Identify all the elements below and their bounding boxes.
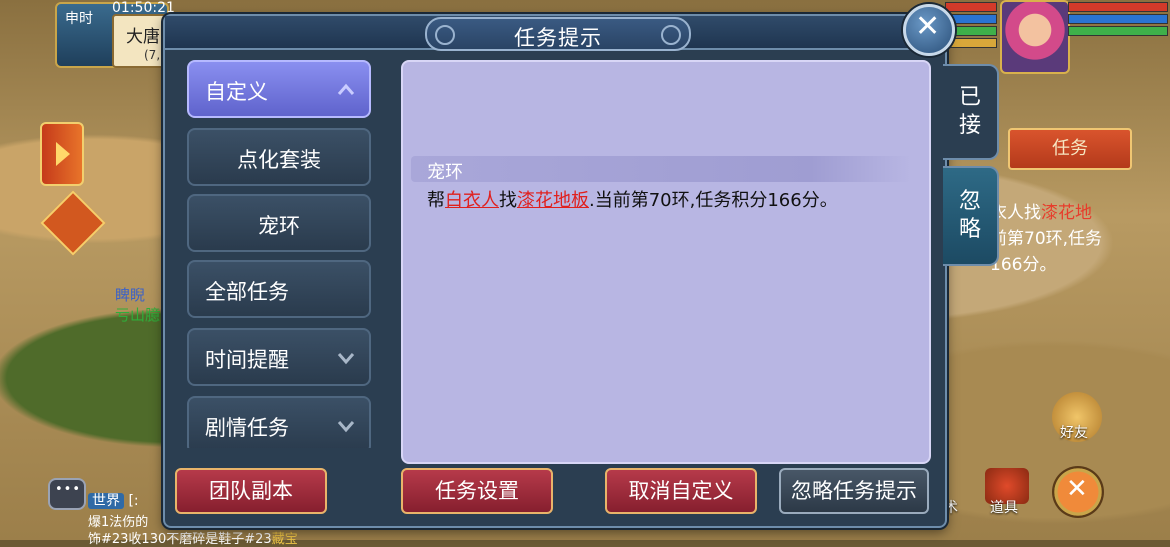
task-description: 帮白衣人找漆花地板.当前第70环,任务积分166分。 [427,186,838,212]
player-status-bars [1068,2,1168,40]
npc-name-labels: 睥睨 亏山臆 [115,285,160,325]
category-item-enhance-set[interactable]: 点化套装 [187,128,371,186]
chevron-down-icon [337,348,355,366]
desc-text: .当前第70环,任务积分166分。 [589,190,838,211]
category-all-tasks[interactable]: 全部任务 [187,260,371,318]
category-item-pet-ring[interactable]: 宠环 [187,194,371,252]
inventory-label: 道具 [990,500,1018,516]
close-dialog-button[interactable]: ✕ [903,4,955,56]
chevron-up-icon [337,80,355,98]
npc-title: 亏山臆 [115,306,161,324]
category-label: 全部任务 [205,280,289,304]
tab-ignored[interactable]: 忽 略 [943,166,999,266]
cancel-custom-button[interactable]: 取消自定义 [605,468,757,514]
ignore-task-prompt-button[interactable]: 忽略任务提示 [779,468,929,514]
chat-bubble-icon[interactable] [48,478,86,510]
category-list[interactable]: 自定义 点化套装 宠环 全部任务 时间提醒 剧情任务 [165,60,395,448]
tab-accepted[interactable]: 已 接 [943,64,999,160]
task-detail-panel: 宠环 帮白衣人找漆花地板.当前第70环,任务积分166分。 [401,60,931,464]
category-label: 自定义 [205,80,268,104]
chat-text: [: [128,493,139,509]
side-task-button[interactable]: 任务 [1008,128,1132,170]
city-name: 大唐 [126,27,160,47]
task-title: 宠环 [427,162,463,183]
tab-label: 忽 略 [958,189,981,242]
tab-label: 已 接 [958,85,981,138]
chevron-down-icon [337,416,355,434]
category-label: 剧情任务 [205,416,289,440]
item-link[interactable]: 漆花地板 [517,190,589,211]
task-prompt-dialog: 任务提示 ✕ 自定义 点化套装 宠环 全部任务 时间提醒 剧情任务 宠环 帮白衣… [163,4,999,528]
chat-message-line: 饰#23收130不磨碎是鞋子#23藏宝 [88,528,298,547]
expand-left-arrow-icon[interactable] [40,122,84,186]
category-story-tasks[interactable]: 剧情任务 [187,396,371,448]
collapse-menu-icon[interactable] [1052,466,1104,518]
dialog-titlebar: 任务提示 [165,16,945,51]
close-icon: ✕ [915,9,941,44]
category-custom[interactable]: 自定义 [187,60,371,118]
desc-text: 帮 [427,190,445,211]
category-label: 时间提醒 [205,348,289,372]
desc-text: 找 [499,190,517,211]
task-settings-button[interactable]: 任务设置 [401,468,553,514]
title-plate: 任务提示 [425,17,691,51]
chat-message[interactable]: 世界 [: [88,490,139,510]
city-coords: (7, [144,48,161,62]
tracker-text: 166分。 [990,255,1057,275]
npc-link[interactable]: 白衣人 [445,190,499,211]
category-label: 点化套装 [237,148,321,172]
tracker-text: 前第70环,任务 [990,229,1103,249]
friends-label: 好友 [1060,425,1088,441]
tracker-item-link: 漆花地 [1041,203,1092,223]
player-avatar[interactable] [1000,0,1070,74]
npc-name: 睥睨 [115,286,146,304]
time-label: 申时 [65,11,93,27]
task-header: 宠环 [411,156,911,183]
chat-channel-badge: 世界 [88,493,124,509]
team-dungeon-button[interactable]: 团队副本 [175,468,327,514]
category-label: 宠环 [258,214,300,238]
dialog-title: 任务提示 [514,26,602,50]
category-time-reminder[interactable]: 时间提醒 [187,328,371,386]
side-task-tracker[interactable]: 衣人找漆花地 前第70环,任务 166分。 [990,200,1102,278]
